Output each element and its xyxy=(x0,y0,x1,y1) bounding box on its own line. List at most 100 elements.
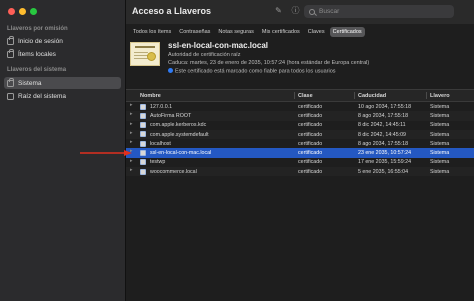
close-window-button[interactable] xyxy=(8,8,15,15)
cell-kind: certificado xyxy=(298,159,323,166)
certificate-icon xyxy=(140,140,146,147)
cell-expires: 10 ago 2034, 17:55:18 xyxy=(358,103,412,110)
tab-all-items[interactable]: Todos los ítems xyxy=(130,27,174,37)
certificate-icon xyxy=(140,168,146,175)
table-row[interactable]: ▸ 127.0.0.1 certificado 10 ago 2034, 17:55:… xyxy=(126,102,474,111)
table-header: Nombre Clase Caducidad Llavero xyxy=(126,89,474,102)
certificate-trust: Este certificado está marcado como fiabl… xyxy=(168,68,336,75)
cell-name: woocommerce.local xyxy=(150,168,197,175)
table-row[interactable]: ▸ ssl-en-local-con-mac.local certificado 23… xyxy=(126,148,474,158)
table-body: ▸ 127.0.0.1 certificado 10 ago 2034, 17:55:… xyxy=(126,102,474,177)
cell-expires: 23 ene 2035, 10:57:24 xyxy=(358,150,412,157)
certificate-icon xyxy=(140,159,146,166)
cell-name: ssl-en-local-con-mac.local xyxy=(150,150,212,157)
certificate-kind: Autoridad de certificación raíz xyxy=(168,52,241,58)
tab-passwords[interactable]: Contraseñas xyxy=(176,27,213,37)
info-icon[interactable]: ⓘ xyxy=(291,6,300,15)
certificate-summary: ssl-en-local-con-mac.local Autoridad de … xyxy=(126,38,474,86)
certificate-icon xyxy=(130,42,160,66)
disclosure-triangle-icon[interactable]: ▸ xyxy=(130,111,133,117)
column-header-kind[interactable]: Clase xyxy=(298,90,353,101)
cell-expires: 8 dic 2042, 14:45:09 xyxy=(358,131,407,138)
sidebar-item-label: Sistema xyxy=(18,79,42,87)
sidebar-item-label: Raíz del sistema xyxy=(18,92,67,100)
cell-keychain: Sistema xyxy=(430,112,450,119)
main-panel: Acceso a Llaveros ✎ ⓘ Todos los ítems Co… xyxy=(126,0,474,301)
cabinet-icon xyxy=(7,92,14,100)
search-icon xyxy=(309,8,315,15)
cell-kind: certificado xyxy=(298,168,323,175)
cell-kind: certificado xyxy=(298,140,323,147)
sidebar-item-system[interactable]: Sistema xyxy=(4,77,121,89)
table-row[interactable]: ▸ com.apple.systemdefault certificado 8 dic… xyxy=(126,129,474,140)
section-title-default-keychains: Llaveros por omisión xyxy=(7,26,68,32)
column-header-name[interactable]: Nombre xyxy=(140,90,290,101)
cell-expires: 8 ago 2034, 17:55:18 xyxy=(358,112,409,119)
table-row[interactable]: ▸ testwp certificado 17 ene 2035, 15:59:24 S… xyxy=(126,158,474,167)
certificate-icon xyxy=(140,149,146,156)
red-arrow-annotation xyxy=(80,150,132,156)
lock-icon xyxy=(7,48,14,58)
certificate-icon xyxy=(140,131,146,138)
tab-secure-notes[interactable]: Notas seguras xyxy=(215,27,256,37)
cell-keychain: Sistema xyxy=(430,131,450,138)
disclosure-triangle-icon[interactable]: ▸ xyxy=(130,102,133,108)
tab-certificates[interactable]: Certificados xyxy=(329,27,365,37)
cell-kind: certificado xyxy=(298,112,323,119)
cell-name: AutoFirma ROOT xyxy=(150,112,192,119)
cell-keychain: Sistema xyxy=(430,103,450,110)
certificate-icon xyxy=(140,103,146,110)
certificate-icon xyxy=(140,112,146,119)
certificate-name: ssl-en-local-con-mac.local xyxy=(168,41,269,50)
search-input[interactable] xyxy=(319,8,439,15)
cell-keychain: Sistema xyxy=(430,159,450,166)
table-row[interactable]: ▸ com.apple.kerberos.kdc certificado 8 dic … xyxy=(126,121,474,130)
table-row[interactable]: ▸ woocommerce.local certificado 5 ene 2035,… xyxy=(126,167,474,177)
cell-name: testwp xyxy=(150,159,166,166)
cell-kind: certificado xyxy=(298,131,323,138)
cell-kind: certificado xyxy=(298,103,323,110)
cell-expires: 5 ene 2035, 16:55:04 xyxy=(358,168,409,175)
column-header-expires[interactable]: Caducidad xyxy=(358,90,423,101)
cell-expires: 8 dic 2042, 14:45:11 xyxy=(358,122,406,129)
tab-keys[interactable]: Claves xyxy=(305,27,328,37)
cell-kind: certificado xyxy=(298,122,323,129)
edit-icon[interactable]: ✎ xyxy=(274,6,283,15)
table-row[interactable]: ▸ localhost certificado 8 ago 2034, 17:55:1… xyxy=(126,139,474,148)
disclosure-triangle-icon[interactable]: ▸ xyxy=(130,158,133,164)
disclosure-triangle-icon[interactable]: ▸ xyxy=(130,139,133,145)
cell-expires: 8 ago 2034, 17:55:18 xyxy=(358,140,409,147)
tab-my-certificates[interactable]: Mis certificados xyxy=(259,27,303,37)
cell-expires: 17 ene 2035, 15:59:24 xyxy=(358,159,412,166)
lock-icon xyxy=(7,35,14,45)
cell-name: localhost xyxy=(150,140,171,147)
certificate-expiry: Caduca: martes, 23 de enero de 2035, 10:… xyxy=(168,60,370,66)
sidebar-item-label: Ítems locales xyxy=(18,50,56,58)
certificate-trust-text: Este certificado está marcado como fiabl… xyxy=(175,68,336,75)
certificate-icon xyxy=(140,122,146,129)
table-row[interactable]: ▸ AutoFirma ROOT certificado 8 ago 2034, 17… xyxy=(126,111,474,121)
category-tabs: Todos los ítems Contraseñas Notas segura… xyxy=(130,27,365,37)
sidebar-item-system-roots[interactable]: Raíz del sistema xyxy=(4,90,121,102)
disclosure-triangle-icon[interactable]: ▸ xyxy=(130,121,133,127)
disclosure-triangle-icon[interactable]: ▸ xyxy=(130,130,133,136)
column-header-keychain[interactable]: Llavero xyxy=(430,90,470,101)
cell-name: 127.0.0.1 xyxy=(150,103,173,110)
minimize-window-button[interactable] xyxy=(19,8,26,15)
certificates-table: Nombre Clase Caducidad Llavero ▸ 127.0.0.… xyxy=(126,89,474,177)
cell-name: com.apple.kerberos.kdc xyxy=(150,122,207,129)
sidebar-item-login[interactable]: Inicio de sesión xyxy=(4,35,121,47)
cell-name: com.apple.systemdefault xyxy=(150,131,209,138)
trusted-icon xyxy=(168,68,173,73)
sidebar-item-label: Inicio de sesión xyxy=(18,37,63,45)
sidebar-item-local-items[interactable]: Ítems locales xyxy=(4,48,121,60)
zoom-window-button[interactable] xyxy=(30,8,37,15)
cell-kind: certificado xyxy=(298,150,323,157)
lock-icon xyxy=(7,77,14,87)
search-field[interactable] xyxy=(304,5,454,18)
toolbar: Acceso a Llaveros ✎ ⓘ xyxy=(126,0,474,24)
cell-keychain: Sistema xyxy=(430,140,450,147)
disclosure-triangle-icon[interactable]: ▸ xyxy=(130,167,133,173)
cell-keychain: Sistema xyxy=(430,168,450,175)
window-title: Acceso a Llaveros xyxy=(132,6,212,16)
